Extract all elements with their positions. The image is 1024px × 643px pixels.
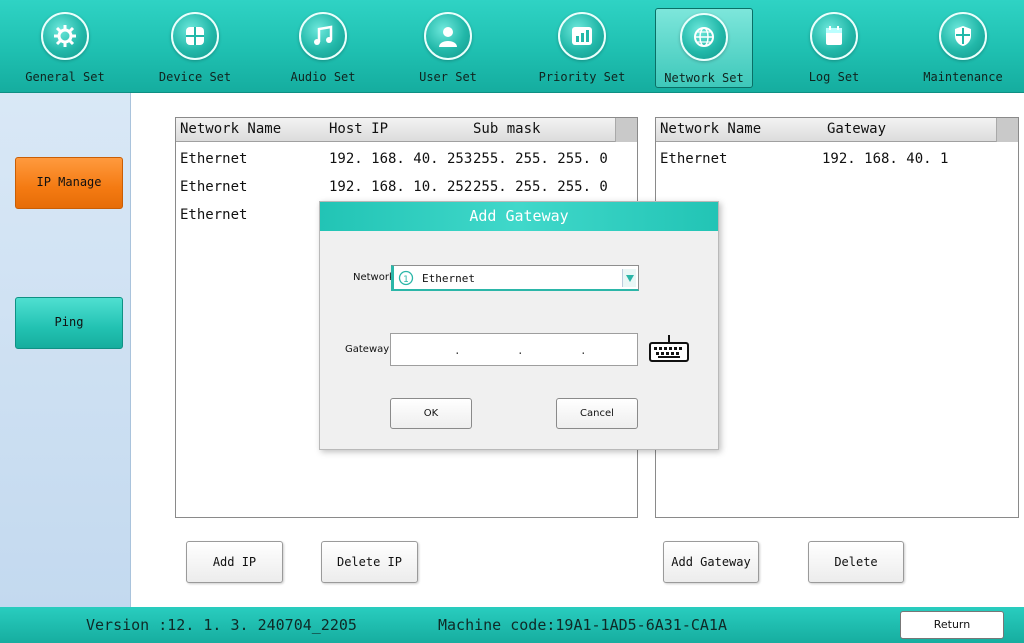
delete-gateway-button[interactable]: Delete [808, 541, 904, 583]
nav-log-set[interactable]: Log Set [784, 8, 884, 88]
nav-label: Audio Set [290, 70, 356, 84]
globe-icon [680, 13, 728, 61]
version-text: Version :12. 1. 3. 240704_2205 [86, 616, 357, 634]
column-header: Sub mask [473, 121, 541, 137]
network-label: Network [353, 272, 395, 283]
nav-label: Priority Set [538, 70, 626, 84]
return-button[interactable]: Return [900, 611, 1004, 639]
nav-label: General Set [25, 70, 105, 84]
column-header: Gateway [827, 121, 887, 137]
sidebar-item-ip-manage[interactable]: IP Manage [15, 157, 123, 209]
nav-label: Maintenance [923, 70, 1003, 84]
shield-icon [939, 12, 987, 60]
nav-device-set[interactable]: Device Set [145, 8, 245, 88]
cell-sub-mask: 255. 255. 255. 0 [473, 151, 608, 167]
dialog-title: Add Gateway [320, 202, 718, 231]
keyboard-icon[interactable] [648, 335, 690, 365]
column-header: Host IP [329, 121, 389, 137]
nav-network-set[interactable]: Network Set [655, 8, 753, 88]
cell-network-name: Ethernet [660, 151, 728, 167]
add-ip-button[interactable]: Add IP [186, 541, 283, 583]
header-corner [615, 118, 637, 142]
gateway-label: Gateway [345, 344, 390, 355]
sidebar-item-ping[interactable]: Ping [15, 297, 123, 349]
calendar-icon [810, 12, 858, 60]
ok-button[interactable]: OK [390, 398, 472, 429]
cell-network-name: Ethernet [180, 151, 248, 167]
ip-table-header: Network Name Host IP Sub mask [176, 118, 637, 142]
cell-gateway: 192. 168. 40. 1 [822, 151, 949, 167]
bar-chart-icon [558, 12, 606, 60]
cell-host-ip: 192. 168. 10. 252 [329, 179, 473, 195]
top-nav-bar: General Set Device Set Audio Set User Se… [0, 0, 1024, 93]
nav-label: User Set [419, 70, 477, 84]
header-corner [996, 118, 1018, 142]
user-icon [424, 12, 472, 60]
gateway-ip-input[interactable]: . . . [390, 333, 638, 366]
nav-label: Log Set [808, 70, 860, 84]
column-header: Network Name [180, 121, 282, 137]
network-select[interactable]: 1 Ethernet [391, 265, 639, 291]
cell-sub-mask: 255. 255. 255. 0 [473, 179, 608, 195]
svg-text:1: 1 [403, 275, 409, 285]
nav-maintenance[interactable]: Maintenance [908, 8, 1018, 88]
music-note-icon [299, 12, 347, 60]
gear-icon [41, 12, 89, 60]
add-gateway-button[interactable]: Add Gateway [663, 541, 759, 583]
cell-network-name: Ethernet [180, 179, 248, 195]
nav-priority-set[interactable]: Priority Set [532, 8, 632, 88]
column-header: Network Name [660, 121, 762, 137]
cancel-button[interactable]: Cancel [556, 398, 638, 429]
grid-icon [171, 12, 219, 60]
add-gateway-dialog: Add Gateway Network 1 Ethernet Gateway .… [319, 201, 719, 450]
nav-label: Network Set [664, 71, 744, 85]
nav-user-set[interactable]: User Set [398, 8, 498, 88]
cell-network-name: Ethernet [180, 207, 248, 223]
nav-label: Device Set [158, 70, 232, 84]
delete-ip-button[interactable]: Delete IP [321, 541, 418, 583]
status-bar: Version :12. 1. 3. 240704_2205 Machine c… [0, 607, 1024, 643]
info-icon: 1 [398, 270, 414, 286]
nav-general-set[interactable]: General Set [15, 8, 115, 88]
cell-host-ip: 192. 168. 40. 253 [329, 151, 473, 167]
chevron-down-icon[interactable] [622, 269, 636, 287]
machine-code-text: Machine code:19A1-1AD5-6A31-CA1A [438, 616, 727, 634]
sidebar: IP Manage Ping [0, 93, 131, 607]
nav-audio-set[interactable]: Audio Set [273, 8, 373, 88]
gateway-table-header: Network Name Gateway [656, 118, 1018, 142]
network-select-value: Ethernet [422, 272, 475, 285]
